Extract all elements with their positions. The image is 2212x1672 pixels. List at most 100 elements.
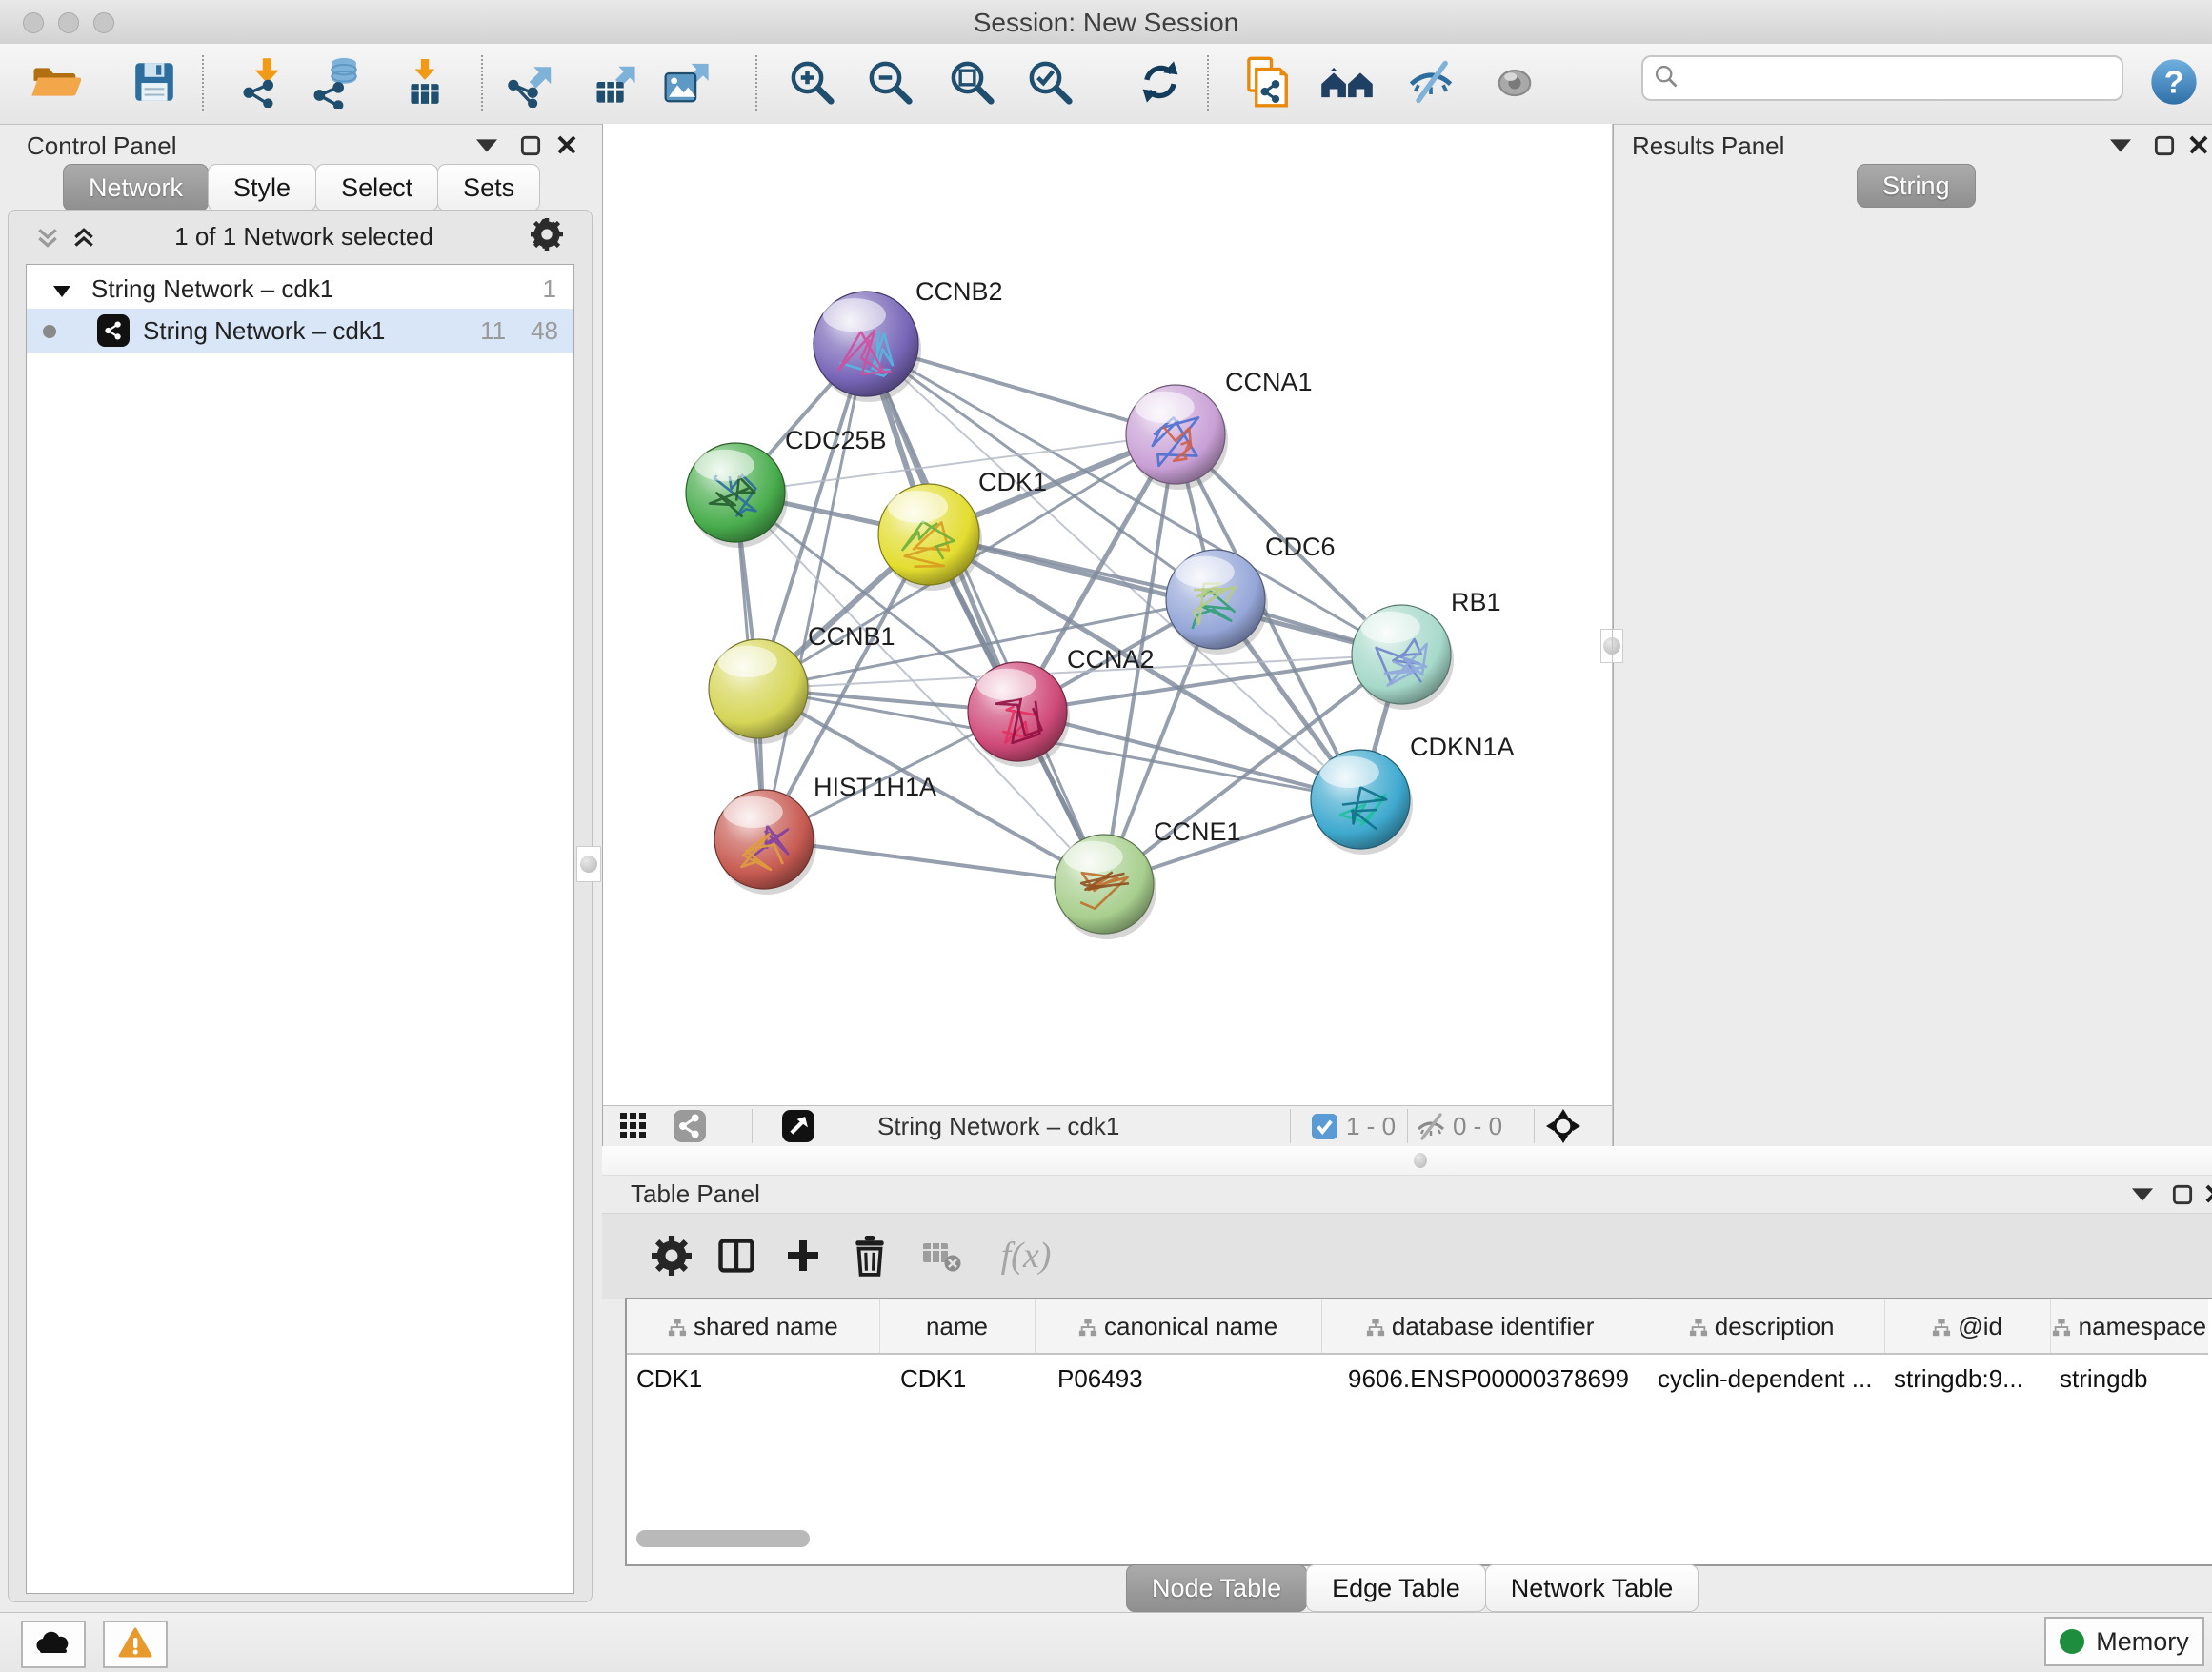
column-header-id[interactable]: @id bbox=[1884, 1299, 2050, 1354]
show-hide-graphics-button[interactable] bbox=[1402, 53, 1459, 114]
cell-namespace[interactable]: stringdb bbox=[2050, 1354, 2208, 1402]
tab-select[interactable]: Select bbox=[315, 164, 438, 212]
cell-id[interactable]: stringdb:9... bbox=[1884, 1354, 2050, 1402]
edge-CCNB2-HIST1H1A[interactable] bbox=[764, 344, 866, 839]
network-collection-row[interactable]: String Network – cdk1 1 bbox=[27, 267, 573, 311]
warnings-button[interactable] bbox=[103, 1621, 168, 1668]
table-horizontal-scrollbar[interactable] bbox=[636, 1530, 810, 1547]
import-network-from-database-button[interactable] bbox=[309, 53, 366, 114]
tab-network[interactable]: Network bbox=[63, 164, 209, 212]
toolbar-separator bbox=[1207, 55, 1209, 111]
tree-expand-arrow-icon[interactable] bbox=[53, 274, 70, 304]
network-canvas[interactable]: CCNB2CCNA1CDC25BCDK1CDC6RB1CCNB1CCNA2CDK… bbox=[602, 124, 1614, 1105]
selected-checkbox[interactable] bbox=[1312, 1110, 1337, 1142]
column-header-shared-name[interactable]: shared name bbox=[627, 1299, 879, 1354]
horizontal-splitter[interactable] bbox=[602, 1146, 2212, 1176]
eye-slash-blue-icon bbox=[1405, 57, 1457, 111]
panel-close-icon[interactable]: ✕ bbox=[551, 130, 583, 162]
cell-name[interactable]: CDK1 bbox=[879, 1354, 1035, 1402]
node-HIST1H1A[interactable]: HIST1H1A bbox=[714, 773, 936, 895]
zoom-out-button[interactable] bbox=[861, 53, 918, 114]
node-CCNA1[interactable]: CCNA1 bbox=[1126, 368, 1313, 490]
node-CCNB2[interactable]: CCNB2 bbox=[814, 277, 1003, 402]
highlight-eye-button[interactable] bbox=[1486, 53, 1543, 114]
tab-string[interactable]: String bbox=[1857, 164, 1976, 208]
string-home-button[interactable] bbox=[1318, 53, 1376, 114]
create-column-button[interactable] bbox=[775, 1227, 831, 1284]
node-RB1[interactable]: RB1 bbox=[1352, 588, 1501, 710]
network-share-chip-icon[interactable] bbox=[674, 1110, 706, 1142]
export-image-button[interactable] bbox=[657, 53, 714, 114]
refresh-button[interactable] bbox=[1132, 53, 1189, 114]
panel-close-icon[interactable]: ✕ bbox=[2182, 130, 2212, 162]
footer-separator bbox=[1290, 1109, 1291, 1143]
selected-counts: 1 - 0 bbox=[1346, 1110, 1396, 1142]
clone-network-button[interactable] bbox=[1238, 53, 1296, 114]
table-row[interactable]: CDK1 CDK1 P06493 9606.ENSP00000378699 cy… bbox=[627, 1354, 2208, 1402]
open-in-window-button[interactable] bbox=[782, 1110, 814, 1142]
export-table-button[interactable] bbox=[587, 53, 644, 114]
tab-edge-table[interactable]: Edge Table bbox=[1306, 1564, 1486, 1612]
column-header-canonical-name[interactable]: canonical name bbox=[1035, 1299, 1321, 1354]
control-panel-title: Control Panel bbox=[27, 131, 177, 161]
node-label-RB1: RB1 bbox=[1451, 588, 1501, 616]
cloud-status-button[interactable] bbox=[21, 1621, 86, 1668]
left-splitter-handle[interactable] bbox=[576, 846, 601, 882]
network-row-selected[interactable]: String Network – cdk1 11 48 bbox=[27, 309, 573, 353]
table-toolbar: f(x) bbox=[602, 1213, 2212, 1299]
import-table-from-file-button[interactable] bbox=[396, 53, 453, 114]
export-network-button[interactable] bbox=[503, 53, 560, 114]
column-header-namespace[interactable]: namespace bbox=[2050, 1299, 2208, 1354]
column-header-name[interactable]: name bbox=[879, 1299, 1035, 1354]
zoom-fit-button[interactable] bbox=[943, 53, 1000, 114]
collapse-all-networks-icon[interactable] bbox=[31, 222, 64, 254]
results-tabs: String bbox=[1857, 164, 1975, 208]
panel-float-icon[interactable] bbox=[2166, 1178, 2199, 1211]
panel-close-icon[interactable]: ✕ bbox=[2199, 1178, 2212, 1211]
panel-collapse-icon[interactable] bbox=[2104, 130, 2137, 162]
save-session-button[interactable] bbox=[126, 53, 183, 114]
memory-button[interactable]: Memory bbox=[2044, 1617, 2204, 1666]
delete-column-button[interactable] bbox=[842, 1227, 897, 1284]
export-table-icon bbox=[591, 56, 640, 112]
hidden-eye-slash-icon[interactable] bbox=[1415, 1110, 1447, 1142]
help-button[interactable]: ? bbox=[2145, 53, 2202, 114]
node-label-CDC25B: CDC25B bbox=[785, 426, 887, 454]
node-label-CCNA2: CCNA2 bbox=[1067, 645, 1155, 674]
toolbar-search[interactable] bbox=[1641, 55, 2123, 101]
hidden-counts: 0 - 0 bbox=[1453, 1110, 1502, 1142]
column-header-database-identifier[interactable]: database identifier bbox=[1321, 1299, 1639, 1354]
warning-icon bbox=[118, 1627, 152, 1662]
tab-node-table[interactable]: Node Table bbox=[1126, 1564, 1307, 1612]
panel-collapse-icon[interactable] bbox=[471, 130, 503, 162]
show-columns-button[interactable] bbox=[709, 1227, 764, 1284]
node-CDKN1A[interactable]: CDKN1A bbox=[1311, 733, 1515, 855]
fit-target-icon[interactable] bbox=[1546, 1110, 1580, 1142]
node-CDC25B[interactable]: CDC25B bbox=[686, 426, 887, 548]
panel-float-icon[interactable] bbox=[2148, 130, 2181, 162]
node-CDC6[interactable]: CDC6 bbox=[1166, 533, 1336, 655]
cell-canonical-name[interactable]: P06493 bbox=[1035, 1354, 1321, 1402]
panel-float-icon[interactable] bbox=[514, 130, 547, 162]
tab-sets[interactable]: Sets bbox=[437, 164, 540, 212]
panel-collapse-icon[interactable] bbox=[2126, 1178, 2159, 1211]
cell-database-identifier[interactable]: 9606.ENSP00000378699 bbox=[1321, 1354, 1639, 1402]
table-settings-gear-button[interactable] bbox=[644, 1227, 699, 1284]
tab-style[interactable]: Style bbox=[208, 164, 316, 212]
zoom-selected-button[interactable] bbox=[1021, 53, 1078, 114]
cell-shared-name[interactable]: CDK1 bbox=[627, 1354, 879, 1402]
network-options-gear-icon[interactable] bbox=[531, 218, 563, 251]
expand-all-networks-icon[interactable] bbox=[68, 222, 100, 254]
tab-network-table[interactable]: Network Table bbox=[1485, 1564, 1699, 1612]
column-header-description[interactable]: description bbox=[1639, 1299, 1884, 1354]
network-edge-count: 48 bbox=[531, 316, 558, 346]
import-network-from-file-button[interactable] bbox=[236, 53, 293, 114]
search-input[interactable] bbox=[1689, 60, 2122, 96]
zoom-in-button[interactable] bbox=[783, 53, 840, 114]
splitter-handle-dot[interactable] bbox=[1414, 1153, 1427, 1168]
open-session-button[interactable] bbox=[27, 53, 84, 114]
cell-description[interactable]: cyclin-dependent ... bbox=[1639, 1354, 1884, 1402]
window-titlebar: Session: New Session bbox=[0, 0, 2212, 45]
birdseye-grid-button[interactable] bbox=[618, 1110, 649, 1142]
edge-CCNB2-CCNE1[interactable] bbox=[866, 344, 1104, 884]
